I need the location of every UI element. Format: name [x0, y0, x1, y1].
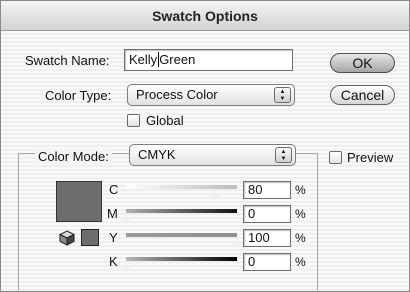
slider-track-y[interactable] — [126, 233, 237, 237]
color-swatch-preview — [56, 181, 102, 222]
color-type-value: Process Color — [136, 87, 218, 102]
slider-track-m[interactable] — [126, 209, 237, 213]
global-label: Global — [146, 113, 184, 128]
percent-label-m: % — [295, 207, 306, 221]
up-down-arrows-icon: ▲ ▼ — [274, 87, 291, 103]
slider-track-c[interactable] — [126, 185, 237, 189]
slider-thumb-c[interactable] — [208, 189, 221, 198]
slider-thumb-k[interactable] — [120, 261, 132, 270]
slider-thumb-m[interactable] — [120, 213, 132, 222]
color-mode-popup[interactable]: CMYK ▲ ▼ — [129, 144, 296, 166]
percent-label-k: % — [295, 255, 306, 269]
preview-label: Preview — [347, 150, 394, 165]
percent-label-y: % — [295, 231, 306, 245]
value-field-m[interactable]: 0 — [243, 205, 291, 223]
channel-label-m: M — [107, 206, 118, 221]
color-type-label: Color Type: — [45, 88, 112, 103]
swatch-name-field[interactable]: Kelly Green — [124, 49, 293, 71]
out-of-gamut-swatch[interactable] — [81, 229, 99, 246]
value-field-y[interactable]: 100 — [243, 229, 291, 247]
global-checkbox[interactable] — [127, 114, 140, 127]
swatch-options-dialog: Swatch Options Swatch Name: Kelly Green O… — [0, 0, 410, 292]
swatch-name-value-start: Kelly — [129, 52, 158, 67]
up-down-arrows-icon: ▲ ▼ — [275, 147, 292, 163]
channel-label-y: Y — [109, 230, 118, 245]
preview-checkbox[interactable] — [329, 151, 342, 164]
slider-track-k[interactable] — [126, 257, 237, 261]
window-title: Swatch Options — [1, 1, 409, 31]
value-field-k[interactable]: 0 — [243, 253, 291, 271]
swatch-name-value-end: Green — [159, 52, 196, 67]
percent-label-c: % — [295, 183, 306, 197]
cancel-button[interactable]: Cancel — [330, 85, 395, 105]
ok-button[interactable]: OK — [330, 53, 395, 73]
swatch-name-label: Swatch Name: — [25, 53, 110, 68]
color-type-popup[interactable]: Process Color ▲ ▼ — [127, 84, 295, 106]
value-field-c[interactable]: 80 — [243, 181, 291, 199]
slider-thumb-y[interactable] — [231, 237, 243, 246]
color-mode-label: Color Mode: — [35, 149, 112, 164]
channel-label-c: C — [109, 182, 119, 197]
cube-icon[interactable] — [59, 230, 75, 246]
color-mode-value: CMYK — [138, 147, 176, 162]
channel-label-k: K — [109, 254, 118, 269]
